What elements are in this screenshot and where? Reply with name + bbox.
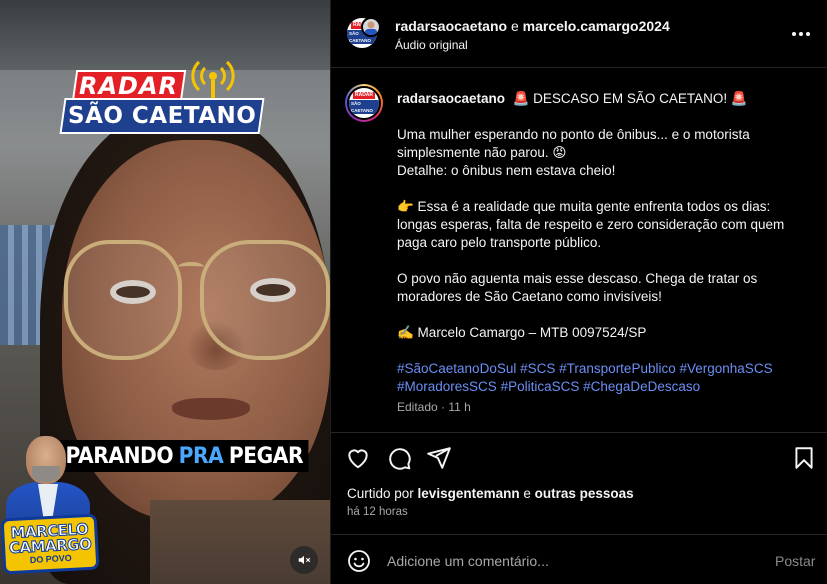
post-header: RADARSÃO CAETANO radarsaocaetano e marce… xyxy=(331,0,827,68)
hashtag-link[interactable]: #SCS xyxy=(520,361,555,376)
speaker-muted-icon xyxy=(298,555,311,565)
hashtags: #SãoCaetanoDoSul #SCS #TransportePublico… xyxy=(397,360,807,396)
comment-bar: Postar xyxy=(331,534,827,584)
action-bar xyxy=(331,432,827,484)
audio-link[interactable]: Áudio original xyxy=(395,38,468,52)
likes-summary: Curtido por levisgentemann e outras pess… xyxy=(347,486,634,501)
comment-icon[interactable] xyxy=(386,445,412,471)
bookmark-icon[interactable] xyxy=(791,445,817,471)
avatar-marcelo[interactable] xyxy=(361,17,381,37)
presenter-name-badge: MARCELO CAMARGO DO POVO xyxy=(0,513,100,575)
radio-signal-icon xyxy=(191,60,235,98)
post-time[interactable]: há 12 horas xyxy=(347,506,408,518)
liker-link[interactable]: levisgentemann xyxy=(418,486,520,501)
others-link[interactable]: outras pessoas xyxy=(535,486,634,501)
post-comment-button[interactable]: Postar xyxy=(775,553,815,569)
background-ceiling xyxy=(0,0,330,70)
caption-username[interactable]: radarsaocaetano xyxy=(397,91,505,106)
send-icon[interactable] xyxy=(426,445,452,471)
glasses-bridge xyxy=(178,262,204,272)
caption-avatar[interactable]: RADAR SÃO CAETANO xyxy=(345,84,383,122)
hashtag-link[interactable]: #ChegaDeDescaso xyxy=(583,379,700,394)
hashtag-link[interactable]: #VergonhaSCS xyxy=(680,361,773,376)
post-caption: radarsaocaetano 🚨 DESCASO EM SÃO CAETANO… xyxy=(397,90,807,396)
hashtag-link[interactable]: #SãoCaetanoDoSul xyxy=(397,361,516,376)
comment-input[interactable] xyxy=(387,549,757,573)
author-link-1[interactable]: radarsaocaetano xyxy=(395,18,507,34)
reel-video[interactable]: RADAR SÃO CAETANO PARANDO PRA PEGAR MARCEL… xyxy=(0,0,330,584)
glasses-lens-right xyxy=(200,240,330,360)
heart-icon[interactable] xyxy=(345,445,371,471)
glasses-lens-left xyxy=(64,240,182,360)
more-options-button[interactable] xyxy=(789,22,813,46)
post-authors: radarsaocaetano e marcelo.camargo2024 xyxy=(395,18,670,34)
mute-button[interactable] xyxy=(290,546,318,574)
hashtag-link[interactable]: #PoliticaSCS xyxy=(501,379,580,394)
logo-sao-caetano: SÃO CAETANO xyxy=(59,98,265,134)
edited-timestamp: Editado · 11 h xyxy=(397,400,471,414)
hashtag-link[interactable]: #TransportePublico xyxy=(559,361,676,376)
more-horizontal-icon xyxy=(792,32,810,36)
author-link-2[interactable]: marcelo.camargo2024 xyxy=(523,18,670,34)
woman-mouth xyxy=(172,398,250,420)
video-caption: PARANDO PRA PEGAR xyxy=(60,440,309,472)
emoji-icon[interactable] xyxy=(347,549,371,573)
hashtag-link[interactable]: #MoradoresSCS xyxy=(397,379,497,394)
post-panel: RADARSÃO CAETANO radarsaocaetano e marce… xyxy=(330,0,827,584)
